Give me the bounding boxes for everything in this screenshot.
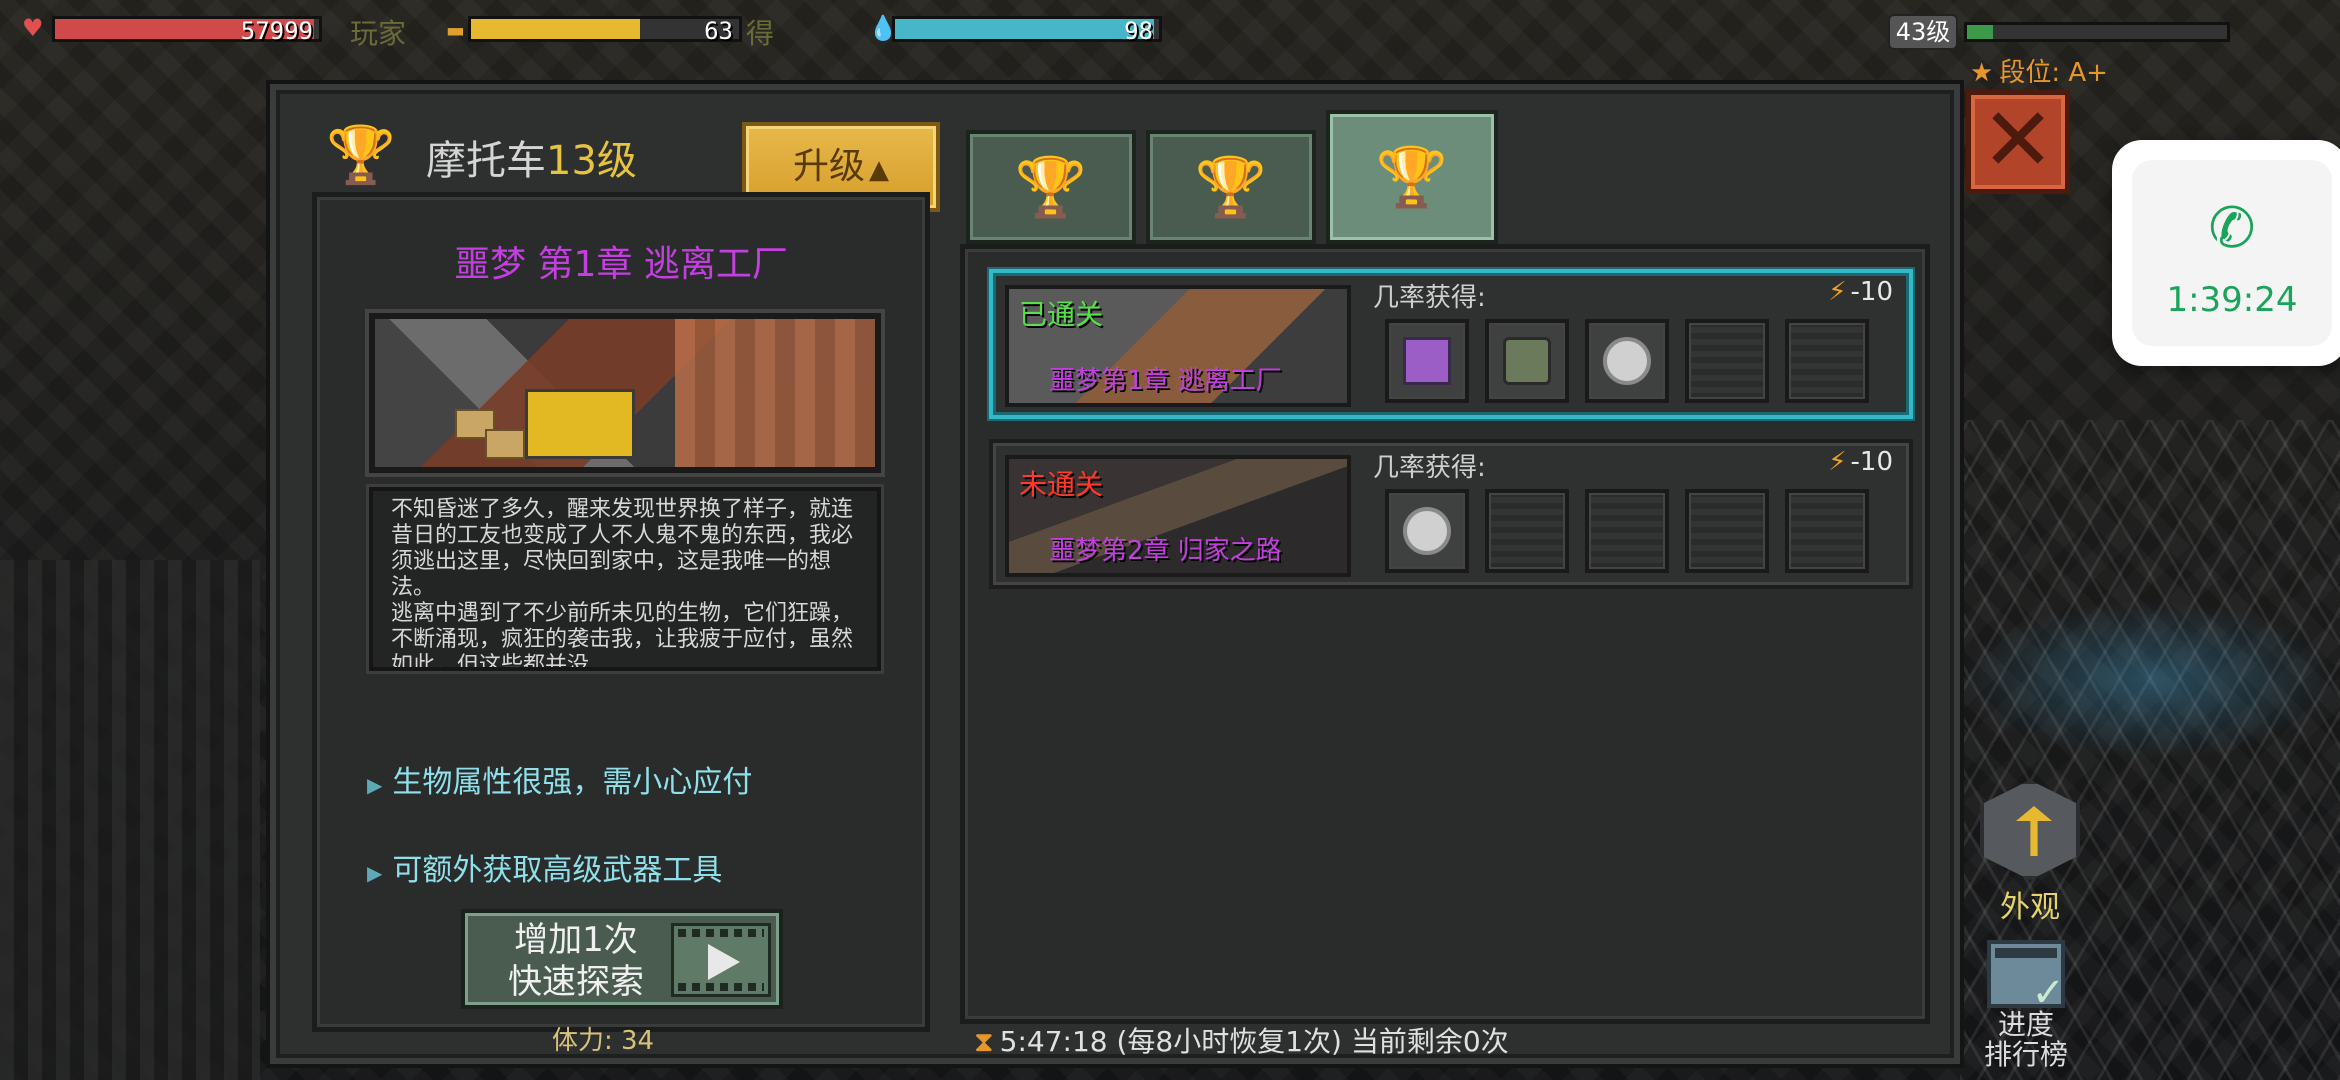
reward-slot-empty — [1785, 489, 1869, 573]
winged-trophy-emblem-icon: 🏆 — [326, 123, 396, 188]
image-machine — [525, 389, 635, 459]
stage-row[interactable]: 未通关 噩梦第2章 归家之路 几率获得: ⚡ -10 — [989, 439, 1913, 589]
stage-status: 已通关 — [1019, 298, 1104, 331]
stage-detail-panel: 噩梦 第1章 逃离工厂 不知昏迷了多久，醒来发现世界换了样子，就连昔日的工友也变… — [312, 192, 930, 1032]
reward-slot-empty — [1585, 489, 1669, 573]
upgrade-label: 升级 — [792, 146, 865, 187]
play-icon — [708, 944, 740, 980]
food-bar-fill — [471, 19, 640, 39]
call-bubble[interactable]: ✆ 1:39:24 — [2132, 160, 2332, 346]
stage-name: 噩梦第1章 逃离工厂 — [1049, 366, 1282, 396]
stage-name: 噩梦第2章 归家之路 — [1049, 536, 1282, 566]
coin-item-icon — [1403, 507, 1451, 555]
vehicle-level: 13级 — [546, 138, 637, 184]
feature-line: ▶ 可额外获取高级武器工具 — [367, 845, 722, 889]
recovery-timer: ⧗ 5:47:18 (每8小时恢复1次) 当前剩余0次 — [974, 1020, 1509, 1060]
video-play-icon — [671, 923, 771, 997]
dialog-header: 🏆 摩托车13级 升级 ▲ — [306, 110, 946, 212]
food-bar: 63 — [468, 16, 742, 45]
winged-trophy-icon: 🏆 — [1194, 152, 1268, 221]
food-value: 63 — [704, 17, 733, 45]
progress-ranking-button[interactable]: 进度 排行榜 — [1966, 940, 2086, 1070]
quick-explore-ad-button[interactable]: 增加1次 快速探索 — [461, 909, 783, 1009]
reward-slot-empty — [1685, 489, 1769, 573]
winged-trophy-large-icon: 🏆 — [1375, 142, 1449, 211]
parts-item-icon — [1503, 337, 1551, 385]
got-label: 得 — [746, 17, 775, 50]
phone-icon: ✆ — [2208, 196, 2256, 261]
background-shelves — [0, 560, 260, 1080]
appearance-icon — [1980, 780, 2080, 880]
triangle-right-icon: ▶ — [367, 773, 383, 797]
player-level-badge: 43级 — [1888, 14, 1958, 50]
reward-slot-empty — [1785, 319, 1869, 403]
water-bar: 98 — [892, 16, 1162, 45]
stage-description: 不知昏迷了多久，醒来发现世界换了样子，就连昔日的工友也变成了人不人鬼不鬼的东西，… — [391, 497, 854, 671]
hp-bar: 57999 — [52, 16, 322, 45]
drop-chance-label: 几率获得: — [1373, 283, 1486, 313]
coin-item-icon — [1603, 337, 1651, 385]
vehicle-title: 摩托车13级 — [426, 128, 637, 186]
stamina-cost: ⚡ -10 — [1828, 277, 1893, 307]
vehicle-name: 摩托车 — [426, 138, 546, 184]
calendar-check-icon — [1987, 940, 2065, 1016]
close-button[interactable]: ✕ — [1966, 90, 2070, 194]
rank-display: ★ 段位: A+ — [1970, 52, 2108, 89]
reward-slot-empty — [1685, 319, 1769, 403]
lightning-icon: ⚡ — [1828, 277, 1847, 307]
xp-bar — [1964, 22, 2230, 42]
appearance-button[interactable]: 外观 — [1970, 780, 2090, 926]
star-icon: ★ — [1970, 58, 1994, 88]
feature-text: 可额外获取高级武器工具 — [392, 853, 723, 888]
xp-bar-fill — [1967, 25, 1993, 39]
progress-ranking-label: 进度 排行榜 — [1983, 1008, 2068, 1071]
arrow-up-icon: ▲ — [869, 155, 889, 185]
water-value: 98 — [1124, 17, 1153, 45]
reward-slot[interactable] — [1385, 489, 1469, 573]
stamina-text: 体力: 34 — [551, 1026, 655, 1056]
food-icon: ▬ — [446, 18, 465, 42]
stage-select-dialog: 🏆 摩托车13级 升级 ▲ ✕ 噩梦 第1章 逃离工厂 不知昏迷了多久，醒来发现世… — [270, 84, 2070, 1064]
hp-value: 57999 — [240, 17, 313, 45]
stage-thumbnail: 已通关 噩梦第1章 逃离工厂 — [1005, 285, 1351, 407]
stage-list-panel: 已通关 噩梦第1章 逃离工厂 几率获得: ⚡ -10 未通关 噩梦第2章 归家之路… — [960, 244, 1930, 1024]
stage-preview-image — [369, 313, 881, 473]
quick-explore-label: 增加1次 快速探索 — [508, 920, 644, 1002]
image-building — [675, 319, 875, 467]
tab-difficulty-hard[interactable]: 🏆 — [1146, 130, 1316, 244]
reward-slot[interactable] — [1485, 319, 1569, 403]
stage-thumbnail: 未通关 噩梦第2章 归家之路 — [1005, 455, 1351, 577]
drop-chance-label: 几率获得: — [1373, 453, 1486, 483]
stage-status: 未通关 — [1019, 468, 1104, 501]
ongoing-call-widget: ✆ 1:39:24 — [2112, 140, 2340, 366]
reward-slot[interactable] — [1385, 319, 1469, 403]
stage-description-box[interactable]: 不知昏迷了多久，醒来发现世界换了样子，就连昔日的工友也变成了人不人鬼不鬼的东西，… — [369, 487, 881, 671]
stamina-cost: ⚡ -10 — [1828, 447, 1893, 477]
heart-icon: ♥ — [22, 14, 44, 42]
triangle-right-icon: ▶ — [367, 861, 383, 885]
chest-item-icon — [1403, 337, 1451, 385]
water-bar-fill — [895, 19, 1154, 39]
reward-slot[interactable] — [1585, 319, 1669, 403]
recovery-timer-text: 5:47:18 (每8小时恢复1次) 当前剩余0次 — [999, 1025, 1509, 1058]
background-neon-glow — [1960, 600, 2340, 760]
stage-row[interactable]: 已通关 噩梦第1章 逃离工厂 几率获得: ⚡ -10 — [989, 269, 1913, 419]
lightning-icon: ⚡ — [1828, 447, 1847, 477]
image-crate — [485, 429, 525, 459]
hourglass-icon: ⧗ — [974, 1025, 994, 1058]
feature-text: 生物属性很强，需小心应付 — [392, 765, 753, 800]
tab-difficulty-nightmare[interactable]: 🏆 — [1326, 110, 1498, 244]
rank-text: 段位: A+ — [1999, 58, 2108, 88]
reward-slot-empty — [1485, 489, 1569, 573]
trophy-icon: 🏆 — [1014, 152, 1088, 221]
stage-title: 噩梦 第1章 逃离工厂 — [454, 244, 788, 285]
feature-line: ▶ 生物属性很强，需小心应付 — [367, 757, 752, 801]
appearance-label: 外观 — [2000, 890, 2060, 925]
player-label: 玩家 — [350, 17, 407, 50]
stamina-cost-value: -10 — [1850, 277, 1893, 307]
call-duration: 1:39:24 — [2166, 280, 2298, 320]
tab-difficulty-normal[interactable]: 🏆 — [966, 130, 1136, 244]
stamina-cost-value: -10 — [1850, 447, 1893, 477]
